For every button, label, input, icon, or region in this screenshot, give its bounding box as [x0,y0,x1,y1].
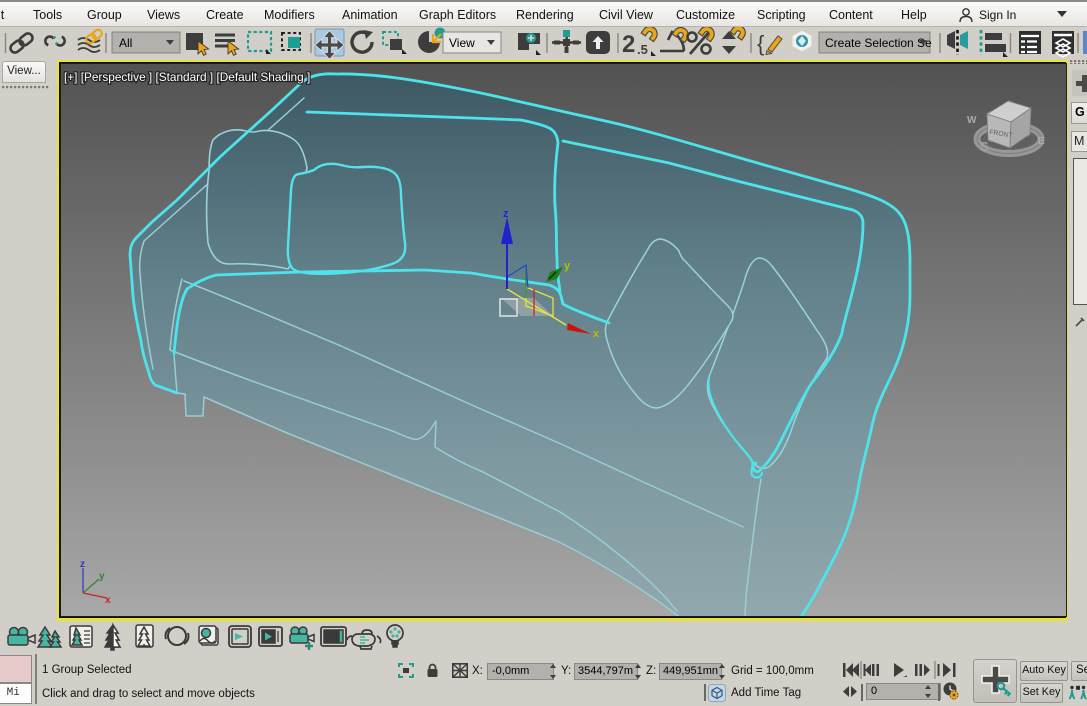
svg-text:2: 2 [622,31,635,58]
svg-text:x: x [593,328,600,340]
svg-text:[+] [Perspective ] [Standard ]: [+] [Perspective ] [Standard ] [Default … [64,70,310,84]
svg-text:W: W [967,115,977,126]
svg-text:.5: .5 [637,42,648,57]
svg-text:All: All [119,36,132,50]
svg-text:z: z [80,559,85,570]
svg-text:y: y [99,571,105,582]
svg-text:{: { [757,31,764,56]
svg-text:Create Selection Se: Create Selection Se [825,36,932,50]
svg-text:x: x [105,595,111,606]
svg-text:z: z [503,208,509,220]
svg-text:E: E [1038,136,1045,147]
svg-text:y: y [564,260,571,272]
svg-text:S: S [980,139,989,154]
svg-text:View: View [449,36,475,50]
